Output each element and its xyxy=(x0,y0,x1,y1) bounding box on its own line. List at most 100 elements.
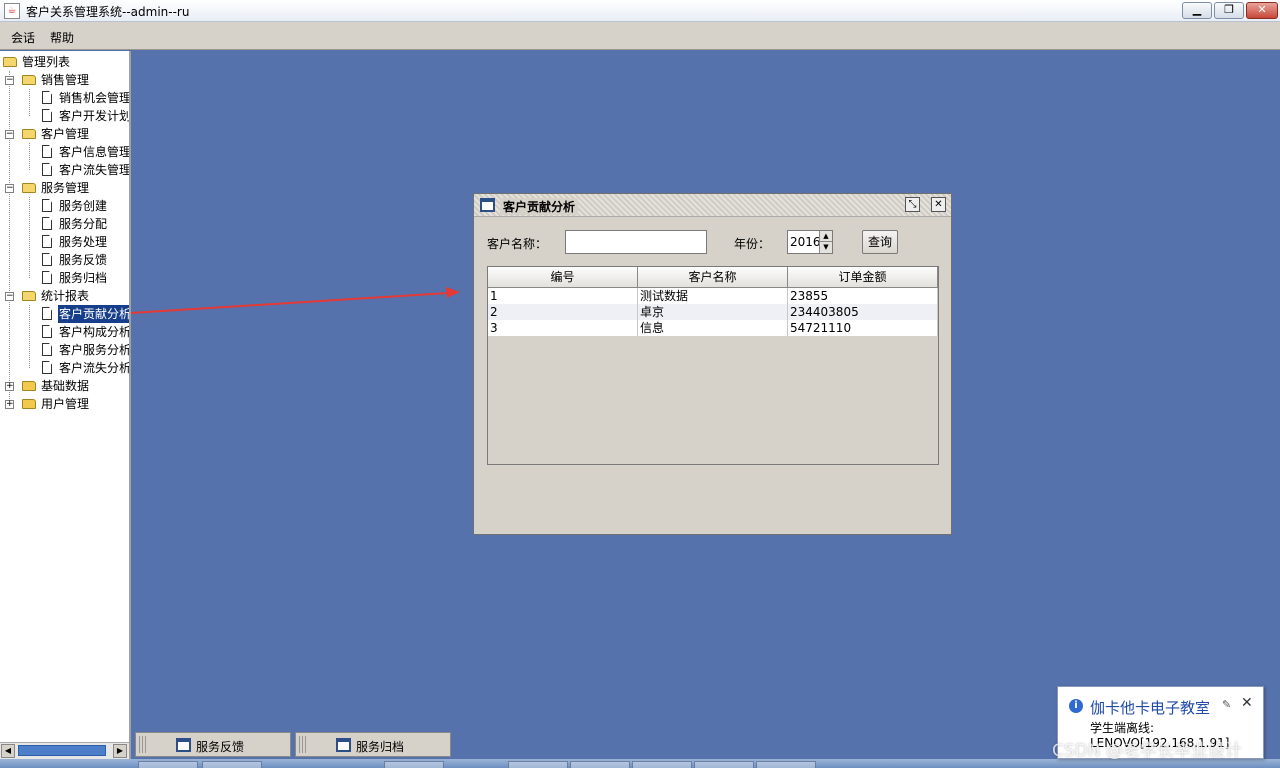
collapse-toggle-icon[interactable]: − xyxy=(5,292,14,301)
tree-item-customer-dev-plan[interactable]: 客户开发计划 xyxy=(42,107,129,125)
collapse-toggle-icon[interactable]: − xyxy=(5,184,14,193)
customer-name-label: 客户名称： xyxy=(487,237,548,251)
table-cell: 信息 xyxy=(638,320,788,336)
table-row[interactable]: 3 信息 54721110 xyxy=(488,320,938,336)
folder-open-icon xyxy=(3,57,17,67)
taskbar-item[interactable] xyxy=(694,761,754,768)
collapse-toggle-icon[interactable]: − xyxy=(5,130,14,139)
tree-group-basic-data[interactable]: 基础数据 xyxy=(22,377,90,395)
tree-group-reports[interactable]: 统计报表 xyxy=(22,287,90,305)
document-icon xyxy=(42,325,52,338)
table-cell: 54721110 xyxy=(788,320,938,336)
table-cell: 1 xyxy=(488,288,638,304)
collapse-toggle-icon[interactable]: − xyxy=(5,76,14,85)
restore-button[interactable]: ❐ xyxy=(1214,2,1244,19)
taskbar-item[interactable] xyxy=(570,761,630,768)
info-icon: i xyxy=(1069,699,1083,713)
spinner-down-icon[interactable]: ▼ xyxy=(819,242,832,253)
tree-item-service-create[interactable]: 服务创建 xyxy=(42,197,108,215)
tree-item-customer-contribution[interactable]: 客户贡献分析 xyxy=(42,304,129,324)
document-icon xyxy=(42,145,52,158)
taskbar-item[interactable] xyxy=(384,761,444,768)
drag-grip-icon xyxy=(139,736,147,753)
drag-grip-icon xyxy=(299,736,307,753)
tree-item-sales-opportunity[interactable]: 销售机会管理 xyxy=(42,89,129,107)
tree-item-service-assign[interactable]: 服务分配 xyxy=(42,215,108,233)
tree-group-service[interactable]: 服务管理 xyxy=(22,179,90,197)
document-icon xyxy=(42,235,52,248)
navigation-tree-panel: 管理列表 − 销售管理 销售机会管理 客户开发计划 − 客户管理 客户信息管理 … xyxy=(0,51,131,759)
expand-toggle-icon[interactable]: + xyxy=(5,382,14,391)
year-spinner[interactable]: 2016 ▲ ▼ xyxy=(787,230,833,254)
document-icon xyxy=(42,361,52,374)
customer-contribution-frame: 客户贡献分析 ⤡ ✕ 客户名称： 年份： 2016 ▲ ▼ 查询 编号 客户名称… xyxy=(473,193,952,535)
window-titlebar: ☕ 客户关系管理系统--admin--ru ▁ ❐ ✕ xyxy=(0,0,1280,22)
frame-titlebar[interactable]: 客户贡献分析 ⤡ ✕ xyxy=(474,194,951,217)
tree-item-customer-loss[interactable]: 客户流失管理 xyxy=(42,161,129,179)
tree-group-user-management[interactable]: 用户管理 xyxy=(22,395,90,413)
menu-help[interactable]: 帮助 xyxy=(50,29,74,46)
pin-icon[interactable]: ✎ xyxy=(1222,698,1231,711)
frame-restore-button[interactable]: ⤡ xyxy=(905,197,920,212)
document-icon xyxy=(42,199,52,212)
year-label: 年份： xyxy=(734,237,771,251)
tree-item-customer-composition[interactable]: 客户构成分析 xyxy=(42,323,129,341)
document-icon xyxy=(42,343,52,356)
document-icon xyxy=(42,271,52,284)
query-button[interactable]: 查询 xyxy=(862,230,898,254)
minimize-button[interactable]: ▁ xyxy=(1182,2,1212,19)
tree-item-customer-service-analysis[interactable]: 客户服务分析 xyxy=(42,341,129,359)
table-cell: 测试数据 xyxy=(638,288,788,304)
menu-session[interactable]: 会话 xyxy=(11,29,35,46)
table-row[interactable]: 1 测试数据 23855 xyxy=(488,288,938,304)
frame-close-button[interactable]: ✕ xyxy=(931,197,946,212)
document-icon xyxy=(42,163,52,176)
frame-title: 客户贡献分析 xyxy=(500,198,579,215)
scroll-thumb[interactable] xyxy=(18,745,106,756)
close-button[interactable]: ✕ xyxy=(1246,2,1278,19)
tree-item-service-feedback[interactable]: 服务反馈 xyxy=(42,251,108,269)
taskbar-item[interactable] xyxy=(138,761,198,768)
horizontal-scrollbar[interactable]: ◀ ▶ xyxy=(0,742,129,759)
folder-closed-icon xyxy=(22,399,36,409)
window-icon xyxy=(176,738,191,752)
tree-group-customer[interactable]: 客户管理 xyxy=(22,125,90,143)
contribution-table: 编号 客户名称 订单金额 1 测试数据 23855 2 卓京 234403805… xyxy=(487,266,939,465)
watermark: CSDN @老学长毕业设计 xyxy=(1052,741,1242,761)
taskbar-item[interactable] xyxy=(202,761,262,768)
taskbar-item[interactable] xyxy=(508,761,568,768)
notification-close-icon[interactable]: ✕ xyxy=(1241,695,1253,711)
notification-line-1: 学生端离线: xyxy=(1090,721,1155,735)
tree-item-service-handle[interactable]: 服务处理 xyxy=(42,233,108,251)
minimized-frame-service-archive[interactable]: 服务归档 xyxy=(295,732,451,757)
tree-root[interactable]: 管理列表 xyxy=(3,53,71,71)
document-icon xyxy=(42,109,52,122)
column-header-order-amount[interactable]: 订单金额 xyxy=(788,267,938,288)
folder-open-icon xyxy=(22,75,36,85)
java-cup-icon: ☕ xyxy=(4,3,20,19)
column-header-id[interactable]: 编号 xyxy=(488,267,638,288)
document-icon xyxy=(42,307,52,320)
table-cell: 卓京 xyxy=(638,304,788,320)
table-cell: 3 xyxy=(488,320,638,336)
scroll-right-icon[interactable]: ▶ xyxy=(113,744,127,758)
window-title: 客户关系管理系统--admin--ru xyxy=(26,5,190,19)
folder-closed-icon xyxy=(22,381,36,391)
window-icon xyxy=(480,198,495,212)
year-value[interactable]: 2016 xyxy=(790,235,821,249)
customer-name-input[interactable] xyxy=(565,230,707,254)
folder-open-icon xyxy=(22,183,36,193)
tree-item-customer-loss-analysis[interactable]: 客户流失分析 xyxy=(42,359,129,377)
spinner-up-icon[interactable]: ▲ xyxy=(819,231,832,242)
tree-item-service-archive[interactable]: 服务归档 xyxy=(42,269,108,287)
tree-item-customer-info[interactable]: 客户信息管理 xyxy=(42,143,129,161)
tree-group-sales[interactable]: 销售管理 xyxy=(22,71,90,89)
scroll-left-icon[interactable]: ◀ xyxy=(1,744,15,758)
taskbar-item[interactable] xyxy=(756,761,816,768)
expand-toggle-icon[interactable]: + xyxy=(5,400,14,409)
taskbar-item[interactable] xyxy=(632,761,692,768)
document-icon xyxy=(42,91,52,104)
column-header-customer-name[interactable]: 客户名称 xyxy=(638,267,788,288)
table-row[interactable]: 2 卓京 234403805 xyxy=(488,304,938,320)
minimized-frame-service-feedback[interactable]: 服务反馈 xyxy=(135,732,291,757)
